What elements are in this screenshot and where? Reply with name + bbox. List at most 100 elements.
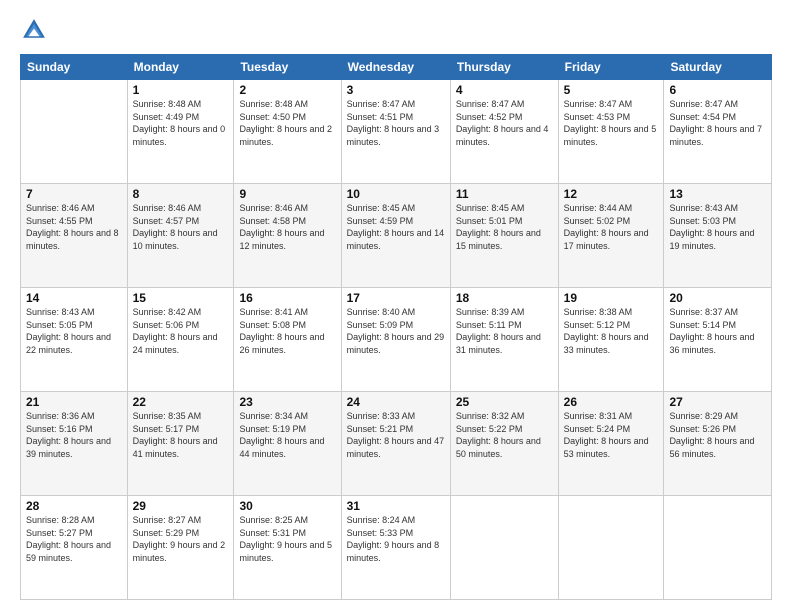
sunrise-text: Sunrise: 8:45 AM	[456, 202, 553, 215]
sunrise-text: Sunrise: 8:33 AM	[347, 410, 445, 423]
sunset-text: Sunset: 5:31 PM	[239, 527, 335, 540]
sunset-text: Sunset: 5:16 PM	[26, 423, 122, 436]
day-info: Sunrise: 8:32 AMSunset: 5:22 PMDaylight:…	[456, 410, 553, 460]
weekday-header-saturday: Saturday	[664, 55, 772, 80]
daylight-text: Daylight: 9 hours and 5 minutes.	[239, 539, 335, 564]
day-info: Sunrise: 8:24 AMSunset: 5:33 PMDaylight:…	[347, 514, 445, 564]
sunset-text: Sunset: 4:50 PM	[239, 111, 335, 124]
day-number: 28	[26, 499, 122, 513]
day-number: 3	[347, 83, 445, 97]
sunrise-text: Sunrise: 8:46 AM	[239, 202, 335, 215]
daylight-text: Daylight: 8 hours and 47 minutes.	[347, 435, 445, 460]
day-number: 30	[239, 499, 335, 513]
day-info: Sunrise: 8:39 AMSunset: 5:11 PMDaylight:…	[456, 306, 553, 356]
daylight-text: Daylight: 8 hours and 19 minutes.	[669, 227, 766, 252]
day-info: Sunrise: 8:46 AMSunset: 4:58 PMDaylight:…	[239, 202, 335, 252]
daylight-text: Daylight: 8 hours and 10 minutes.	[133, 227, 229, 252]
day-info: Sunrise: 8:36 AMSunset: 5:16 PMDaylight:…	[26, 410, 122, 460]
daylight-text: Daylight: 8 hours and 24 minutes.	[133, 331, 229, 356]
day-number: 1	[133, 83, 229, 97]
daylight-text: Daylight: 8 hours and 50 minutes.	[456, 435, 553, 460]
sunset-text: Sunset: 4:49 PM	[133, 111, 229, 124]
day-info: Sunrise: 8:46 AMSunset: 4:55 PMDaylight:…	[26, 202, 122, 252]
sunset-text: Sunset: 5:26 PM	[669, 423, 766, 436]
sunset-text: Sunset: 4:57 PM	[133, 215, 229, 228]
daylight-text: Daylight: 9 hours and 2 minutes.	[133, 539, 229, 564]
sunrise-text: Sunrise: 8:24 AM	[347, 514, 445, 527]
calendar-cell: 8Sunrise: 8:46 AMSunset: 4:57 PMDaylight…	[127, 184, 234, 288]
day-number: 19	[564, 291, 659, 305]
daylight-text: Daylight: 8 hours and 8 minutes.	[26, 227, 122, 252]
sunset-text: Sunset: 5:21 PM	[347, 423, 445, 436]
sunset-text: Sunset: 4:53 PM	[564, 111, 659, 124]
calendar-cell: 9Sunrise: 8:46 AMSunset: 4:58 PMDaylight…	[234, 184, 341, 288]
day-number: 13	[669, 187, 766, 201]
sunrise-text: Sunrise: 8:47 AM	[564, 98, 659, 111]
calendar-cell: 5Sunrise: 8:47 AMSunset: 4:53 PMDaylight…	[558, 80, 664, 184]
weekday-header-row: SundayMondayTuesdayWednesdayThursdayFrid…	[21, 55, 772, 80]
calendar-cell: 6Sunrise: 8:47 AMSunset: 4:54 PMDaylight…	[664, 80, 772, 184]
sunset-text: Sunset: 4:51 PM	[347, 111, 445, 124]
logo-icon	[20, 16, 48, 44]
calendar-cell	[664, 496, 772, 600]
day-info: Sunrise: 8:33 AMSunset: 5:21 PMDaylight:…	[347, 410, 445, 460]
calendar-cell: 31Sunrise: 8:24 AMSunset: 5:33 PMDayligh…	[341, 496, 450, 600]
sunrise-text: Sunrise: 8:45 AM	[347, 202, 445, 215]
day-info: Sunrise: 8:47 AMSunset: 4:52 PMDaylight:…	[456, 98, 553, 148]
weekday-header-sunday: Sunday	[21, 55, 128, 80]
day-info: Sunrise: 8:37 AMSunset: 5:14 PMDaylight:…	[669, 306, 766, 356]
day-number: 11	[456, 187, 553, 201]
sunset-text: Sunset: 5:29 PM	[133, 527, 229, 540]
day-number: 18	[456, 291, 553, 305]
calendar-cell	[21, 80, 128, 184]
calendar-cell: 14Sunrise: 8:43 AMSunset: 5:05 PMDayligh…	[21, 288, 128, 392]
calendar-cell: 1Sunrise: 8:48 AMSunset: 4:49 PMDaylight…	[127, 80, 234, 184]
daylight-text: Daylight: 8 hours and 44 minutes.	[239, 435, 335, 460]
sunrise-text: Sunrise: 8:46 AM	[133, 202, 229, 215]
daylight-text: Daylight: 8 hours and 59 minutes.	[26, 539, 122, 564]
week-row-4: 21Sunrise: 8:36 AMSunset: 5:16 PMDayligh…	[21, 392, 772, 496]
day-number: 9	[239, 187, 335, 201]
sunrise-text: Sunrise: 8:39 AM	[456, 306, 553, 319]
daylight-text: Daylight: 8 hours and 7 minutes.	[669, 123, 766, 148]
calendar-cell: 27Sunrise: 8:29 AMSunset: 5:26 PMDayligh…	[664, 392, 772, 496]
sunset-text: Sunset: 4:52 PM	[456, 111, 553, 124]
day-info: Sunrise: 8:46 AMSunset: 4:57 PMDaylight:…	[133, 202, 229, 252]
day-number: 26	[564, 395, 659, 409]
sunrise-text: Sunrise: 8:48 AM	[133, 98, 229, 111]
day-number: 7	[26, 187, 122, 201]
calendar-cell: 16Sunrise: 8:41 AMSunset: 5:08 PMDayligh…	[234, 288, 341, 392]
day-number: 8	[133, 187, 229, 201]
calendar-cell: 15Sunrise: 8:42 AMSunset: 5:06 PMDayligh…	[127, 288, 234, 392]
daylight-text: Daylight: 8 hours and 41 minutes.	[133, 435, 229, 460]
calendar-cell: 21Sunrise: 8:36 AMSunset: 5:16 PMDayligh…	[21, 392, 128, 496]
sunrise-text: Sunrise: 8:46 AM	[26, 202, 122, 215]
sunset-text: Sunset: 5:05 PM	[26, 319, 122, 332]
day-number: 24	[347, 395, 445, 409]
daylight-text: Daylight: 8 hours and 3 minutes.	[347, 123, 445, 148]
sunrise-text: Sunrise: 8:47 AM	[669, 98, 766, 111]
day-info: Sunrise: 8:38 AMSunset: 5:12 PMDaylight:…	[564, 306, 659, 356]
page: SundayMondayTuesdayWednesdayThursdayFrid…	[0, 0, 792, 612]
day-number: 31	[347, 499, 445, 513]
calendar-cell: 26Sunrise: 8:31 AMSunset: 5:24 PMDayligh…	[558, 392, 664, 496]
day-info: Sunrise: 8:28 AMSunset: 5:27 PMDaylight:…	[26, 514, 122, 564]
calendar-cell: 17Sunrise: 8:40 AMSunset: 5:09 PMDayligh…	[341, 288, 450, 392]
day-info: Sunrise: 8:43 AMSunset: 5:03 PMDaylight:…	[669, 202, 766, 252]
weekday-header-monday: Monday	[127, 55, 234, 80]
day-info: Sunrise: 8:48 AMSunset: 4:49 PMDaylight:…	[133, 98, 229, 148]
day-number: 29	[133, 499, 229, 513]
daylight-text: Daylight: 8 hours and 39 minutes.	[26, 435, 122, 460]
sunset-text: Sunset: 5:08 PM	[239, 319, 335, 332]
weekday-header-thursday: Thursday	[450, 55, 558, 80]
sunset-text: Sunset: 5:22 PM	[456, 423, 553, 436]
day-info: Sunrise: 8:41 AMSunset: 5:08 PMDaylight:…	[239, 306, 335, 356]
sunset-text: Sunset: 5:14 PM	[669, 319, 766, 332]
calendar-cell: 2Sunrise: 8:48 AMSunset: 4:50 PMDaylight…	[234, 80, 341, 184]
sunset-text: Sunset: 5:24 PM	[564, 423, 659, 436]
week-row-3: 14Sunrise: 8:43 AMSunset: 5:05 PMDayligh…	[21, 288, 772, 392]
day-number: 27	[669, 395, 766, 409]
daylight-text: Daylight: 8 hours and 22 minutes.	[26, 331, 122, 356]
sunset-text: Sunset: 5:11 PM	[456, 319, 553, 332]
calendar-cell: 22Sunrise: 8:35 AMSunset: 5:17 PMDayligh…	[127, 392, 234, 496]
